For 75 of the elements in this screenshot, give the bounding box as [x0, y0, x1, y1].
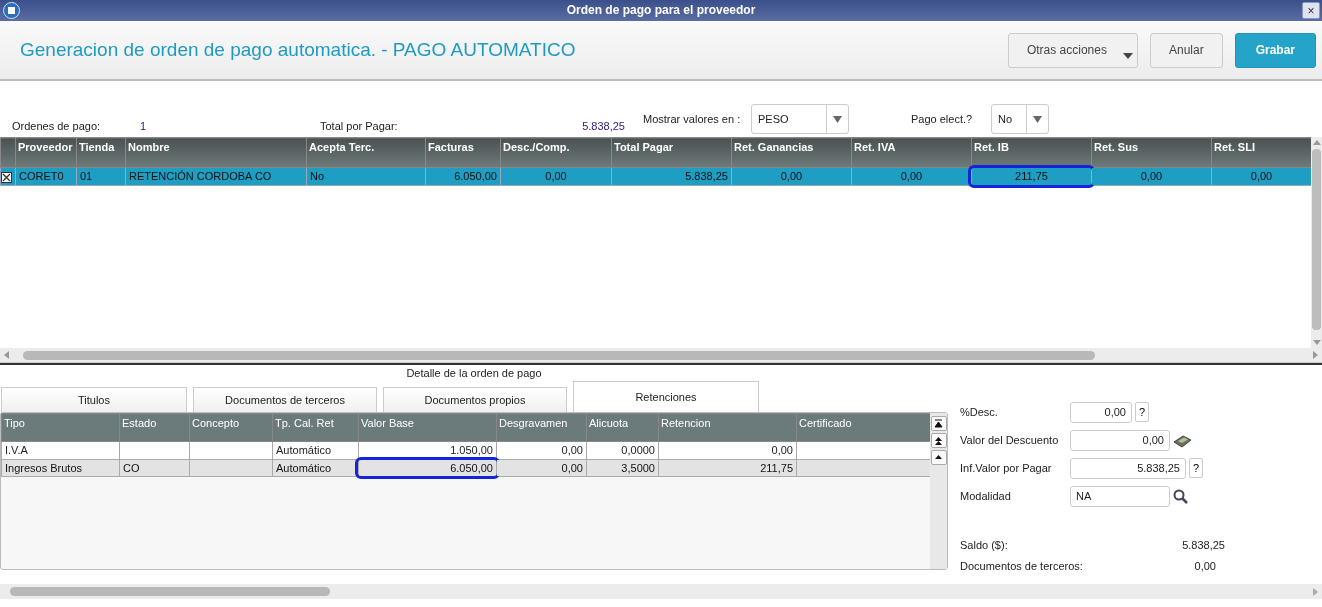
column-header: Ret. SLI	[1211, 137, 1311, 168]
column-header: Retencion	[658, 413, 797, 442]
field-label: Total por Pagar:	[320, 118, 399, 134]
input-field[interactable]: 5.838,25	[1070, 457, 1186, 479]
summary-label: Saldo ($):	[960, 538, 1009, 553]
scroll-top-button[interactable]	[930, 416, 947, 431]
column-header: Ret. IB	[971, 137, 1092, 168]
header-cell	[0, 137, 16, 168]
dropdown-button[interactable]: Otras acciones	[1007, 32, 1138, 68]
vertical-scrollbar[interactable]	[1311, 137, 1322, 348]
tab[interactable]: Documentos de terceros	[193, 387, 377, 412]
table-cell: 211,75	[971, 167, 1092, 185]
window-title: Orden de pago para el proveedor	[566, 3, 756, 17]
column-header: Proveedor	[15, 137, 77, 168]
section-caption: Detalle de la orden de pago	[405, 366, 543, 381]
field-label: Ordenes de pago:	[12, 118, 102, 134]
search-icon[interactable]	[1173, 488, 1188, 504]
summary-value: 5.838,25	[1181, 538, 1225, 553]
scroll-left-icon[interactable]	[4, 351, 9, 359]
scroll-right-icon[interactable]	[1313, 351, 1318, 359]
column-header: Estado	[119, 413, 190, 442]
column-header: Tienda	[76, 137, 126, 168]
page-up-icon	[934, 435, 943, 446]
field-label: %Desc.	[960, 404, 999, 420]
column-header: Facturas	[425, 137, 501, 168]
column-header: Desgravamen	[496, 413, 587, 442]
horizontal-scrollbar[interactable]	[0, 348, 1322, 363]
field-label: Inf.Valor por Pagar	[960, 460, 1053, 476]
field-label: Modalidad	[960, 488, 1012, 504]
column-header: Ret. Sus	[1091, 137, 1212, 168]
table-cell: 6.050,00	[358, 459, 497, 477]
scroll-right-icon[interactable]	[1313, 587, 1318, 596]
column-header: Ret. IVA	[851, 137, 972, 168]
page-title: Generacion de orden de pago automatica. - PAGO AUTOMATICO	[20, 37, 577, 62]
horizontal-scrollbar[interactable]	[0, 584, 1322, 599]
column-header: Nombre	[125, 137, 307, 168]
page-up-button[interactable]	[930, 433, 947, 448]
column-header: Valor Base	[358, 413, 497, 442]
field-label: Mostrar valores en :	[643, 111, 742, 127]
help-button[interactable]: ?	[1135, 402, 1149, 422]
column-header: Alicuota	[586, 413, 659, 442]
input-field[interactable]: 0,00	[1070, 401, 1132, 423]
tab[interactable]: Titulos	[1, 387, 187, 412]
tab[interactable]: Retenciones	[573, 381, 759, 412]
summary-value: 0,00	[1193, 558, 1216, 574]
column-header: Tipo	[1, 413, 120, 442]
column-header: Total Pagar	[611, 137, 732, 168]
dropdown-field[interactable]: PESO	[751, 104, 849, 134]
field-label: Valor del Descuento	[960, 432, 1060, 448]
app-icon	[3, 2, 20, 19]
scroll-up-button[interactable]	[930, 450, 947, 465]
column-header: Concepto	[189, 413, 273, 442]
caret-icon	[1122, 52, 1133, 59]
dropdown-arrow-icon	[1033, 115, 1042, 123]
scroll-up-icon[interactable]	[1312, 140, 1321, 145]
column-header: Tp. Cal. Ret	[272, 413, 359, 442]
close-button[interactable]: ×	[1302, 2, 1320, 19]
field-value: 5.838,25	[581, 118, 625, 134]
scroll-top-icon	[934, 418, 943, 429]
help-button[interactable]: ?	[1189, 458, 1203, 478]
dropdown-field[interactable]: No	[991, 104, 1049, 134]
summary-label: Documentos de terceros:	[960, 558, 1084, 574]
row-checkbox[interactable]	[1, 171, 12, 183]
column-header: Desc./Comp.	[500, 137, 612, 168]
dropdown-arrow-icon	[833, 115, 842, 123]
column-header: Certificado	[796, 413, 931, 442]
field-label: Pago elect.?	[911, 111, 974, 127]
scroll-down-icon[interactable]	[1312, 340, 1321, 345]
action-button[interactable]: Anular	[1149, 32, 1223, 68]
input-field[interactable]: 0,00	[1070, 429, 1170, 451]
input-field[interactable]: NA	[1070, 485, 1170, 507]
column-header: Ret. Ganancias	[731, 137, 852, 168]
column-header: Acepta Terc.	[306, 137, 426, 168]
tab[interactable]: Documentos propios	[383, 387, 567, 412]
field-value: 1	[140, 118, 148, 134]
